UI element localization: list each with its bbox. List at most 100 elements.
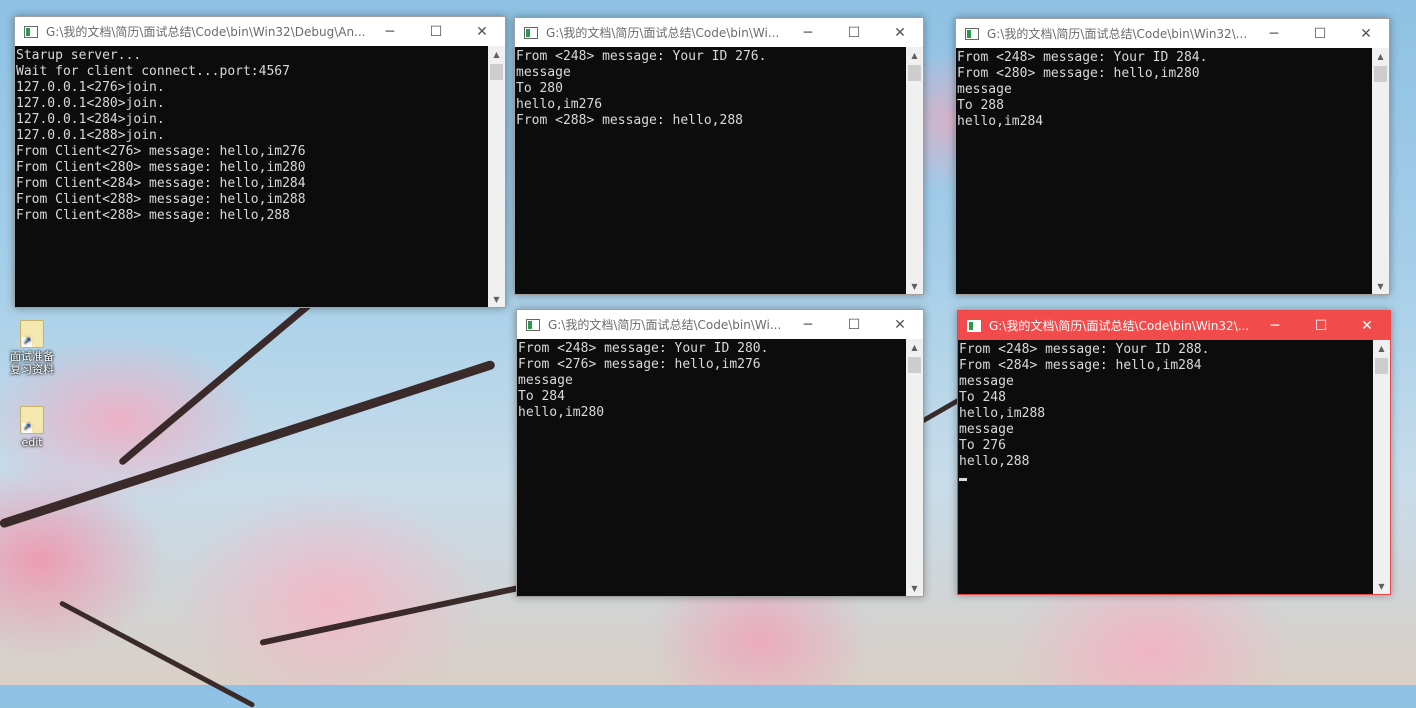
title-bar[interactable]: G:\我的文档\简历\面试总结\Code\bin\Wi... ─ ☐ ✕ [517, 310, 923, 339]
scroll-thumb[interactable] [908, 65, 921, 81]
console-window-client-288[interactable]: G:\我的文档\简历\面试总结\Code\bin\Win32\... ─ ☐ ✕… [957, 310, 1391, 595]
close-button[interactable]: ✕ [877, 18, 923, 47]
console-output[interactable]: From <248> message: Your ID 284. From <28… [956, 48, 1372, 294]
vertical-scrollbar[interactable]: ▲ ▼ [1373, 340, 1390, 594]
console-line: To 248 [959, 390, 1006, 405]
console-line: To 280 [516, 81, 563, 96]
console-line: message [959, 374, 1014, 389]
minimize-button[interactable]: ─ [1251, 19, 1297, 48]
console-line: From <248> message: Your ID 280. [518, 341, 769, 356]
close-button[interactable]: ✕ [459, 17, 505, 46]
wallpaper-branch [259, 577, 555, 646]
scroll-down-button[interactable]: ▼ [488, 291, 505, 307]
scroll-up-button[interactable]: ▲ [1372, 48, 1389, 64]
console-line: To 284 [518, 389, 565, 404]
scroll-down-button[interactable]: ▼ [906, 580, 923, 596]
window-title: G:\我的文档\简历\面试总结\Code\bin\Win32\Debug\An.… [46, 25, 366, 39]
console-line: Wait for client connect...port:4567 [16, 64, 290, 79]
console-line: To 276 [959, 438, 1006, 453]
scroll-down-button[interactable]: ▼ [1373, 578, 1390, 594]
title-bar[interactable]: G:\我的文档\简历\面试总结\Code\bin\Win32\... ─ ☐ ✕ [958, 311, 1390, 340]
console-output[interactable]: From <248> message: Your ID 280. From <27… [517, 339, 906, 596]
console-line: 127.0.0.1<288>join. [16, 128, 165, 143]
console-app-icon [967, 319, 981, 332]
maximize-button[interactable]: ☐ [831, 310, 877, 339]
close-button[interactable]: ✕ [877, 310, 923, 339]
console-line: From Client<288> message: hello,im288 [16, 192, 306, 207]
console-line: hello,288 [959, 454, 1030, 469]
console-output[interactable]: From <248> message: Your ID 288. From <28… [958, 340, 1373, 594]
maximize-button[interactable]: ☐ [1298, 311, 1344, 340]
scroll-up-button[interactable]: ▲ [488, 46, 505, 62]
desktop-shortcut-edit[interactable]: edit [4, 406, 60, 449]
scroll-thumb[interactable] [1375, 358, 1388, 374]
console-app-icon [24, 25, 38, 38]
file-shortcut-icon [20, 320, 44, 348]
console-line: From <288> message: hello,288 [516, 113, 743, 128]
window-title: G:\我的文档\简历\面试总结\Code\bin\Wi... [548, 318, 782, 332]
window-title: G:\我的文档\简历\面试总结\Code\bin\Win32\... [987, 27, 1248, 41]
maximize-button[interactable]: ☐ [831, 18, 877, 47]
console-app-icon [965, 27, 979, 40]
title-bar[interactable]: G:\我的文档\简历\面试总结\Code\bin\Win32\... ─ ☐ ✕ [956, 19, 1389, 48]
scroll-thumb[interactable] [1374, 66, 1387, 82]
console-line: From Client<280> message: hello,im280 [16, 160, 306, 175]
file-shortcut-icon [20, 406, 44, 434]
console-line: Starup server... [16, 48, 142, 63]
console-line: message [957, 82, 1012, 97]
scroll-down-button[interactable]: ▼ [1372, 278, 1389, 294]
maximize-button[interactable]: ☐ [413, 17, 459, 46]
wallpaper-branch [58, 600, 256, 708]
console-line: message [959, 422, 1014, 437]
window-title: G:\我的文档\简历\面试总结\Code\bin\Wi... [546, 26, 780, 40]
console-line: message [516, 65, 571, 80]
console-output[interactable]: Starup server... Wait for client connect.… [15, 46, 488, 307]
minimize-button[interactable]: ─ [785, 310, 831, 339]
minimize-button[interactable]: ─ [785, 18, 831, 47]
close-button[interactable]: ✕ [1343, 19, 1389, 48]
minimize-button[interactable]: ─ [367, 17, 413, 46]
console-line: From <284> message: hello,im284 [959, 358, 1202, 373]
console-line: message [518, 373, 573, 388]
console-app-icon [526, 318, 540, 331]
vertical-scrollbar[interactable]: ▲ ▼ [906, 47, 923, 294]
close-button[interactable]: ✕ [1344, 311, 1390, 340]
scroll-up-button[interactable]: ▲ [906, 47, 923, 63]
title-bar[interactable]: G:\我的文档\简历\面试总结\Code\bin\Win32\Debug\An.… [15, 17, 505, 46]
console-line: From Client<276> message: hello,im276 [16, 144, 306, 159]
console-line: From <280> message: hello,im280 [957, 66, 1200, 81]
desktop-icon-label: 面试准备 复习资料 [10, 350, 54, 376]
console-line: 127.0.0.1<284>join. [16, 112, 165, 127]
console-window-server[interactable]: G:\我的文档\简历\面试总结\Code\bin\Win32\Debug\An.… [14, 16, 506, 308]
wallpaper-branch [0, 359, 496, 529]
console-app-icon [524, 26, 538, 39]
maximize-button[interactable]: ☐ [1297, 19, 1343, 48]
console-line: To 288 [957, 98, 1004, 113]
scroll-up-button[interactable]: ▲ [1373, 340, 1390, 356]
console-line: hello,im288 [959, 406, 1046, 421]
console-line: From <248> message: Your ID 288. [959, 342, 1210, 357]
scroll-thumb[interactable] [490, 64, 503, 80]
console-window-client-276[interactable]: G:\我的文档\简历\面试总结\Code\bin\Wi... ─ ☐ ✕ Fro… [514, 17, 924, 295]
text-cursor [959, 478, 967, 481]
console-line: From Client<288> message: hello,288 [16, 208, 290, 223]
console-line: From Client<284> message: hello,im284 [16, 176, 306, 191]
console-window-client-280[interactable]: G:\我的文档\简历\面试总结\Code\bin\Wi... ─ ☐ ✕ Fro… [516, 309, 924, 597]
vertical-scrollbar[interactable]: ▲ ▼ [1372, 48, 1389, 294]
vertical-scrollbar[interactable]: ▲ ▼ [906, 339, 923, 596]
console-line: From <276> message: hello,im276 [518, 357, 761, 372]
scroll-down-button[interactable]: ▼ [906, 278, 923, 294]
console-line: From <248> message: Your ID 284. [957, 50, 1208, 65]
desktop-shortcut-interview[interactable]: 面试准备 复习资料 [4, 320, 60, 376]
title-bar[interactable]: G:\我的文档\简历\面试总结\Code\bin\Wi... ─ ☐ ✕ [515, 18, 923, 47]
console-window-client-284[interactable]: G:\我的文档\简历\面试总结\Code\bin\Win32\... ─ ☐ ✕… [955, 18, 1390, 295]
console-line: hello,im284 [957, 114, 1044, 129]
vertical-scrollbar[interactable]: ▲ ▼ [488, 46, 505, 307]
desktop-icon-label: edit [21, 436, 43, 449]
console-line: From <248> message: Your ID 276. [516, 49, 767, 64]
console-output[interactable]: From <248> message: Your ID 276. message T… [515, 47, 906, 294]
window-title: G:\我的文档\简历\面试总结\Code\bin\Win32\... [989, 319, 1250, 333]
scroll-up-button[interactable]: ▲ [906, 339, 923, 355]
scroll-thumb[interactable] [908, 357, 921, 373]
minimize-button[interactable]: ─ [1252, 311, 1298, 340]
